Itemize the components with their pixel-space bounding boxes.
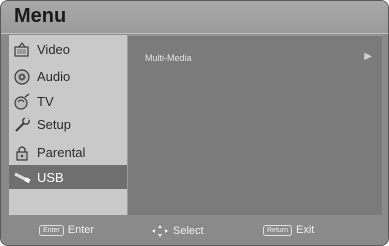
setup-icon: [13, 115, 31, 134]
sidebar-item-label: Setup: [37, 117, 71, 132]
sidebar: Video Audio TV Setup Parental USB: [9, 35, 129, 215]
video-icon: [13, 41, 31, 59]
enter-key-icon: Enter: [39, 224, 64, 236]
sidebar-item-video[interactable]: Video: [9, 38, 129, 61]
return-key-icon: Return: [263, 224, 293, 236]
osd-menu-window: Menu Video Audio TV Setup Parental USB M…: [0, 0, 389, 246]
sidebar-item-setup[interactable]: Setup: [9, 113, 129, 136]
audio-icon: [13, 68, 31, 86]
footer-hints: Enter Enter Select Return Exit: [1, 215, 388, 245]
enter-hint: Enter Enter: [39, 224, 94, 236]
sidebar-item-label: USB: [37, 169, 64, 185]
sidebar-item-tv[interactable]: TV: [9, 90, 129, 113]
sidebar-item-label: Parental: [37, 145, 86, 160]
sidebar-item-usb[interactable]: USB: [9, 165, 129, 189]
menu-title: Menu: [14, 5, 67, 27]
select-label: Select: [173, 225, 204, 237]
lock-icon: [13, 144, 31, 162]
exit-hint: Return Exit: [263, 224, 314, 236]
title-bar: Menu: [1, 1, 388, 34]
chevron-right-icon: ▶: [364, 51, 372, 62]
content-item-multi-media[interactable]: Multi-Media: [145, 53, 192, 63]
exit-label: Exit: [296, 224, 315, 236]
select-hint: Select: [151, 224, 204, 238]
tv-icon: [13, 92, 31, 111]
sidebar-item-label: TV: [37, 94, 54, 109]
sidebar-item-label: Video: [37, 42, 71, 57]
dpad-icon: [151, 224, 169, 238]
sidebar-item-label: Audio: [37, 69, 71, 84]
sidebar-item-parental[interactable]: Parental: [9, 141, 129, 164]
enter-label: Enter: [67, 224, 95, 236]
content-panel: Multi-Media ▶: [127, 35, 382, 215]
sidebar-item-audio[interactable]: Audio: [9, 65, 129, 88]
usb-icon: [13, 168, 31, 186]
